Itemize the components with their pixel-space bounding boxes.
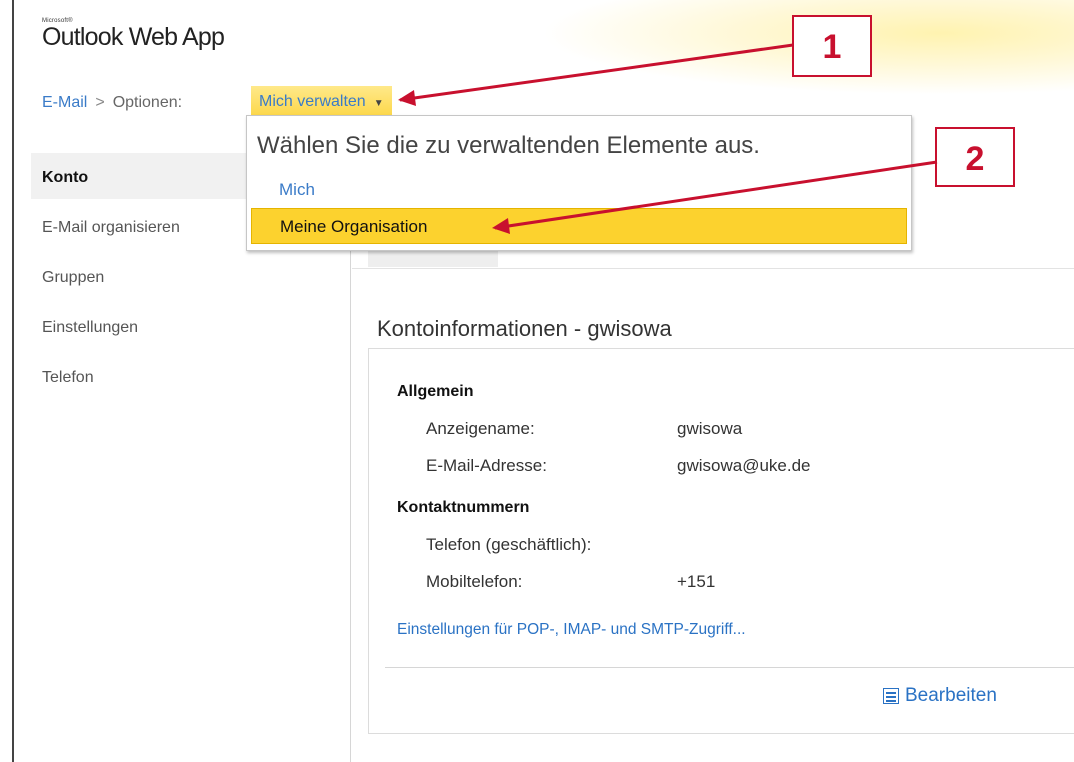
annotation-callout-2: 2 — [935, 127, 1015, 187]
manage-dropdown-label: Mich verwalten — [259, 93, 366, 110]
manage-dropdown[interactable]: Mich verwalten ▼ — [251, 86, 392, 116]
page-title: Kontoinformationen - gwisowa — [377, 316, 672, 341]
annotation-callout-1: 1 — [792, 15, 872, 77]
breadcrumb: E-Mail > Optionen: — [42, 92, 182, 114]
breadcrumb-separator: > — [95, 94, 105, 111]
edit-button[interactable]: Bearbeiten — [883, 685, 997, 707]
pop-imap-smtp-settings-link[interactable]: Einstellungen für POP-, IMAP- und SMTP-Z… — [397, 621, 746, 639]
breadcrumb-options: Optionen: — [112, 94, 183, 111]
menu-item-meine-organisation[interactable]: Meine Organisation — [251, 208, 907, 244]
breadcrumb-email-link[interactable]: E-Mail — [42, 94, 87, 111]
manage-dropdown-menu: Wählen Sie die zu verwaltenden Elemente … — [246, 115, 912, 251]
display-name-label: Anzeigename: — [426, 419, 535, 438]
account-info-panel: Allgemein Anzeigename: gwisowa E-Mail-Ad… — [368, 348, 1074, 734]
app-logo: Microsoft® Outlook Web App — [42, 18, 225, 52]
section-heading-general: Allgemein — [397, 383, 474, 400]
sidebar-item-konto[interactable]: Konto — [42, 160, 180, 210]
business-phone-label: Telefon (geschäftlich): — [426, 535, 592, 554]
menu-item-mich[interactable]: Mich — [251, 172, 903, 208]
sidebar-item-gruppen[interactable]: Gruppen — [42, 260, 180, 310]
logo-title: Outlook Web App — [42, 23, 225, 51]
chevron-down-icon: ▼ — [373, 98, 384, 109]
annotation-arrowhead-1 — [398, 90, 416, 106]
list-icon — [883, 688, 899, 704]
sidebar-nav: Konto E-Mail organisieren Gruppen Einste… — [42, 160, 180, 410]
panel-divider — [385, 667, 1074, 668]
section-heading-contact: Kontaktnummern — [397, 499, 530, 516]
sidebar-item-einstellungen[interactable]: Einstellungen — [42, 310, 180, 360]
edit-button-label: Bearbeiten — [905, 685, 997, 706]
sidebar-item-telefon[interactable]: Telefon — [42, 360, 180, 410]
window-left-border — [12, 0, 14, 762]
sidebar-item-email-organisieren[interactable]: E-Mail organisieren — [42, 210, 180, 260]
dropdown-menu-title: Wählen Sie die zu verwaltenden Elemente … — [257, 132, 760, 159]
mobile-phone-label: Mobiltelefon: — [426, 572, 523, 591]
display-name-value: gwisowa — [677, 419, 743, 438]
content-top-divider — [352, 268, 1074, 269]
email-address-value: gwisowa@uke.de — [677, 456, 811, 475]
mobile-phone-value: +151 — [677, 572, 716, 591]
email-address-label: E-Mail-Adresse: — [426, 456, 547, 475]
